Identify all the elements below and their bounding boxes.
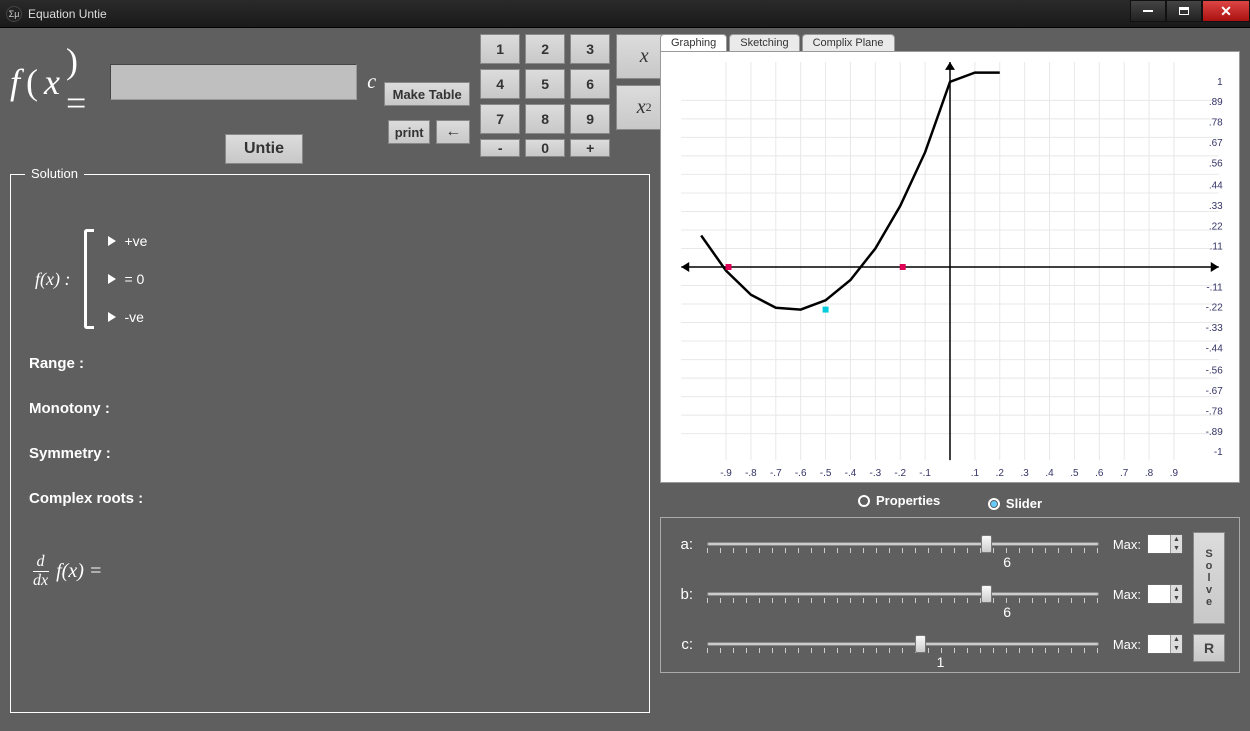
keypad-plus[interactable]: + [570,139,610,157]
symmetry-label: Symmetry : [29,445,631,462]
arrow-right-icon [108,312,116,322]
svg-text:.89: .89 [1209,97,1223,108]
svg-text:.4: .4 [1045,468,1054,479]
svg-text:-.9: -.9 [720,468,732,479]
svg-text:.9: .9 [1170,468,1179,479]
slider-a[interactable]: 6 [707,532,1099,556]
svg-text:-.1: -.1 [919,468,931,479]
slider-c[interactable]: 1 [707,632,1099,656]
window-title: Equation Untie [28,7,107,21]
svg-text:-1: -1 [1214,447,1223,458]
keypad-9[interactable]: 9 [570,104,610,134]
minimize-button[interactable] [1130,0,1166,22]
svg-text:.33: .33 [1209,201,1223,212]
window-titlebar: Σμ Equation Untie ✕ [0,0,1250,28]
max-spinner-c[interactable]: 15▲▼ [1147,634,1183,654]
svg-text:.78: .78 [1209,118,1223,129]
slider-b[interactable]: 6 [707,582,1099,606]
svg-text:-.44: -.44 [1206,343,1224,354]
svg-text:.44: .44 [1209,181,1223,192]
tab-sketching[interactable]: Sketching [729,34,799,51]
equation-input[interactable] [110,64,357,100]
range-label: Range : [29,355,631,372]
keypad-1[interactable]: 1 [480,34,520,64]
svg-text:1: 1 [1217,77,1223,88]
tab-complix-plane[interactable]: Complix Plane [802,34,895,51]
keypad-7[interactable]: 7 [480,104,520,134]
arrow-right-icon [108,274,116,284]
svg-text:-.6: -.6 [795,468,807,479]
svg-text:.11: .11 [1210,242,1224,253]
close-button[interactable]: ✕ [1202,0,1250,22]
keypad-6[interactable]: 6 [570,69,610,99]
svg-text:-.11: -.11 [1206,282,1223,293]
max-spinner-a[interactable]: 15▲▼ [1147,534,1183,554]
backspace-button[interactable]: ← [436,120,470,144]
slider-radio[interactable]: Slider [988,496,1042,511]
app-icon: Σμ [6,6,22,22]
svg-text:-.89: -.89 [1206,427,1224,438]
monotony-label: Monotony : [29,400,631,417]
keypad-4[interactable]: 4 [480,69,520,99]
svg-text:.3: .3 [1021,468,1030,479]
svg-text:-.7: -.7 [770,468,782,479]
svg-text:-.56: -.56 [1206,366,1224,377]
complex-roots-label: Complex roots : [29,490,631,507]
solution-panel: Solution f(x) : +ve = 0 -ve Range : Mono… [10,174,650,713]
arrow-right-icon [108,236,116,246]
svg-text:-.67: -.67 [1206,386,1224,397]
svg-text:-.33: -.33 [1206,323,1224,334]
svg-text:-.78: -.78 [1206,406,1224,417]
svg-text:-.8: -.8 [745,468,757,479]
max-spinner-b[interactable]: 15▲▼ [1147,584,1183,604]
reset-button[interactable]: R [1193,634,1225,662]
maximize-button[interactable] [1166,0,1202,22]
svg-text:.2: .2 [996,468,1005,479]
svg-text:.67: .67 [1209,138,1223,149]
keypad-5[interactable]: 5 [525,69,565,99]
svg-text:.5: .5 [1070,468,1079,479]
solution-legend: Solution [25,166,84,181]
print-button[interactable]: print [388,120,430,144]
keypad-0[interactable]: 0 [525,139,565,157]
svg-text:.22: .22 [1209,221,1223,232]
graph-area[interactable]: -.9 -.8 -.7 -.6 -.5 -.4 -.3 -.2 -.1 .1 .2 .3 .4 .5 .6.… [660,51,1240,483]
tab-graphing[interactable]: Graphing [660,34,727,51]
make-table-button[interactable]: Make Table [384,82,470,106]
svg-text:.7: .7 [1120,468,1129,479]
keypad-minus[interactable]: - [480,139,520,157]
keypad-8[interactable]: 8 [525,104,565,134]
svg-text:.8: .8 [1145,468,1154,479]
solve-button[interactable]: Solve [1193,532,1225,624]
svg-text:.56: .56 [1209,158,1223,169]
properties-radio[interactable]: Properties [858,493,940,508]
keypad-2[interactable]: 2 [525,34,565,64]
svg-text:-.2: -.2 [894,468,906,479]
svg-text:.1: .1 [971,468,980,479]
keypad-3[interactable]: 3 [570,34,610,64]
untie-button[interactable]: Untie [225,134,303,164]
svg-text:.6: .6 [1095,468,1104,479]
derivative-label: ddx f(x) = [29,553,631,590]
constant-c-label: c [367,71,376,94]
svg-text:-.3: -.3 [870,468,882,479]
svg-text:-.5: -.5 [820,468,832,479]
svg-text:-.4: -.4 [845,468,857,479]
fx-piecewise-label: f(x) : [35,269,70,290]
svg-text:-.22: -.22 [1206,303,1224,314]
